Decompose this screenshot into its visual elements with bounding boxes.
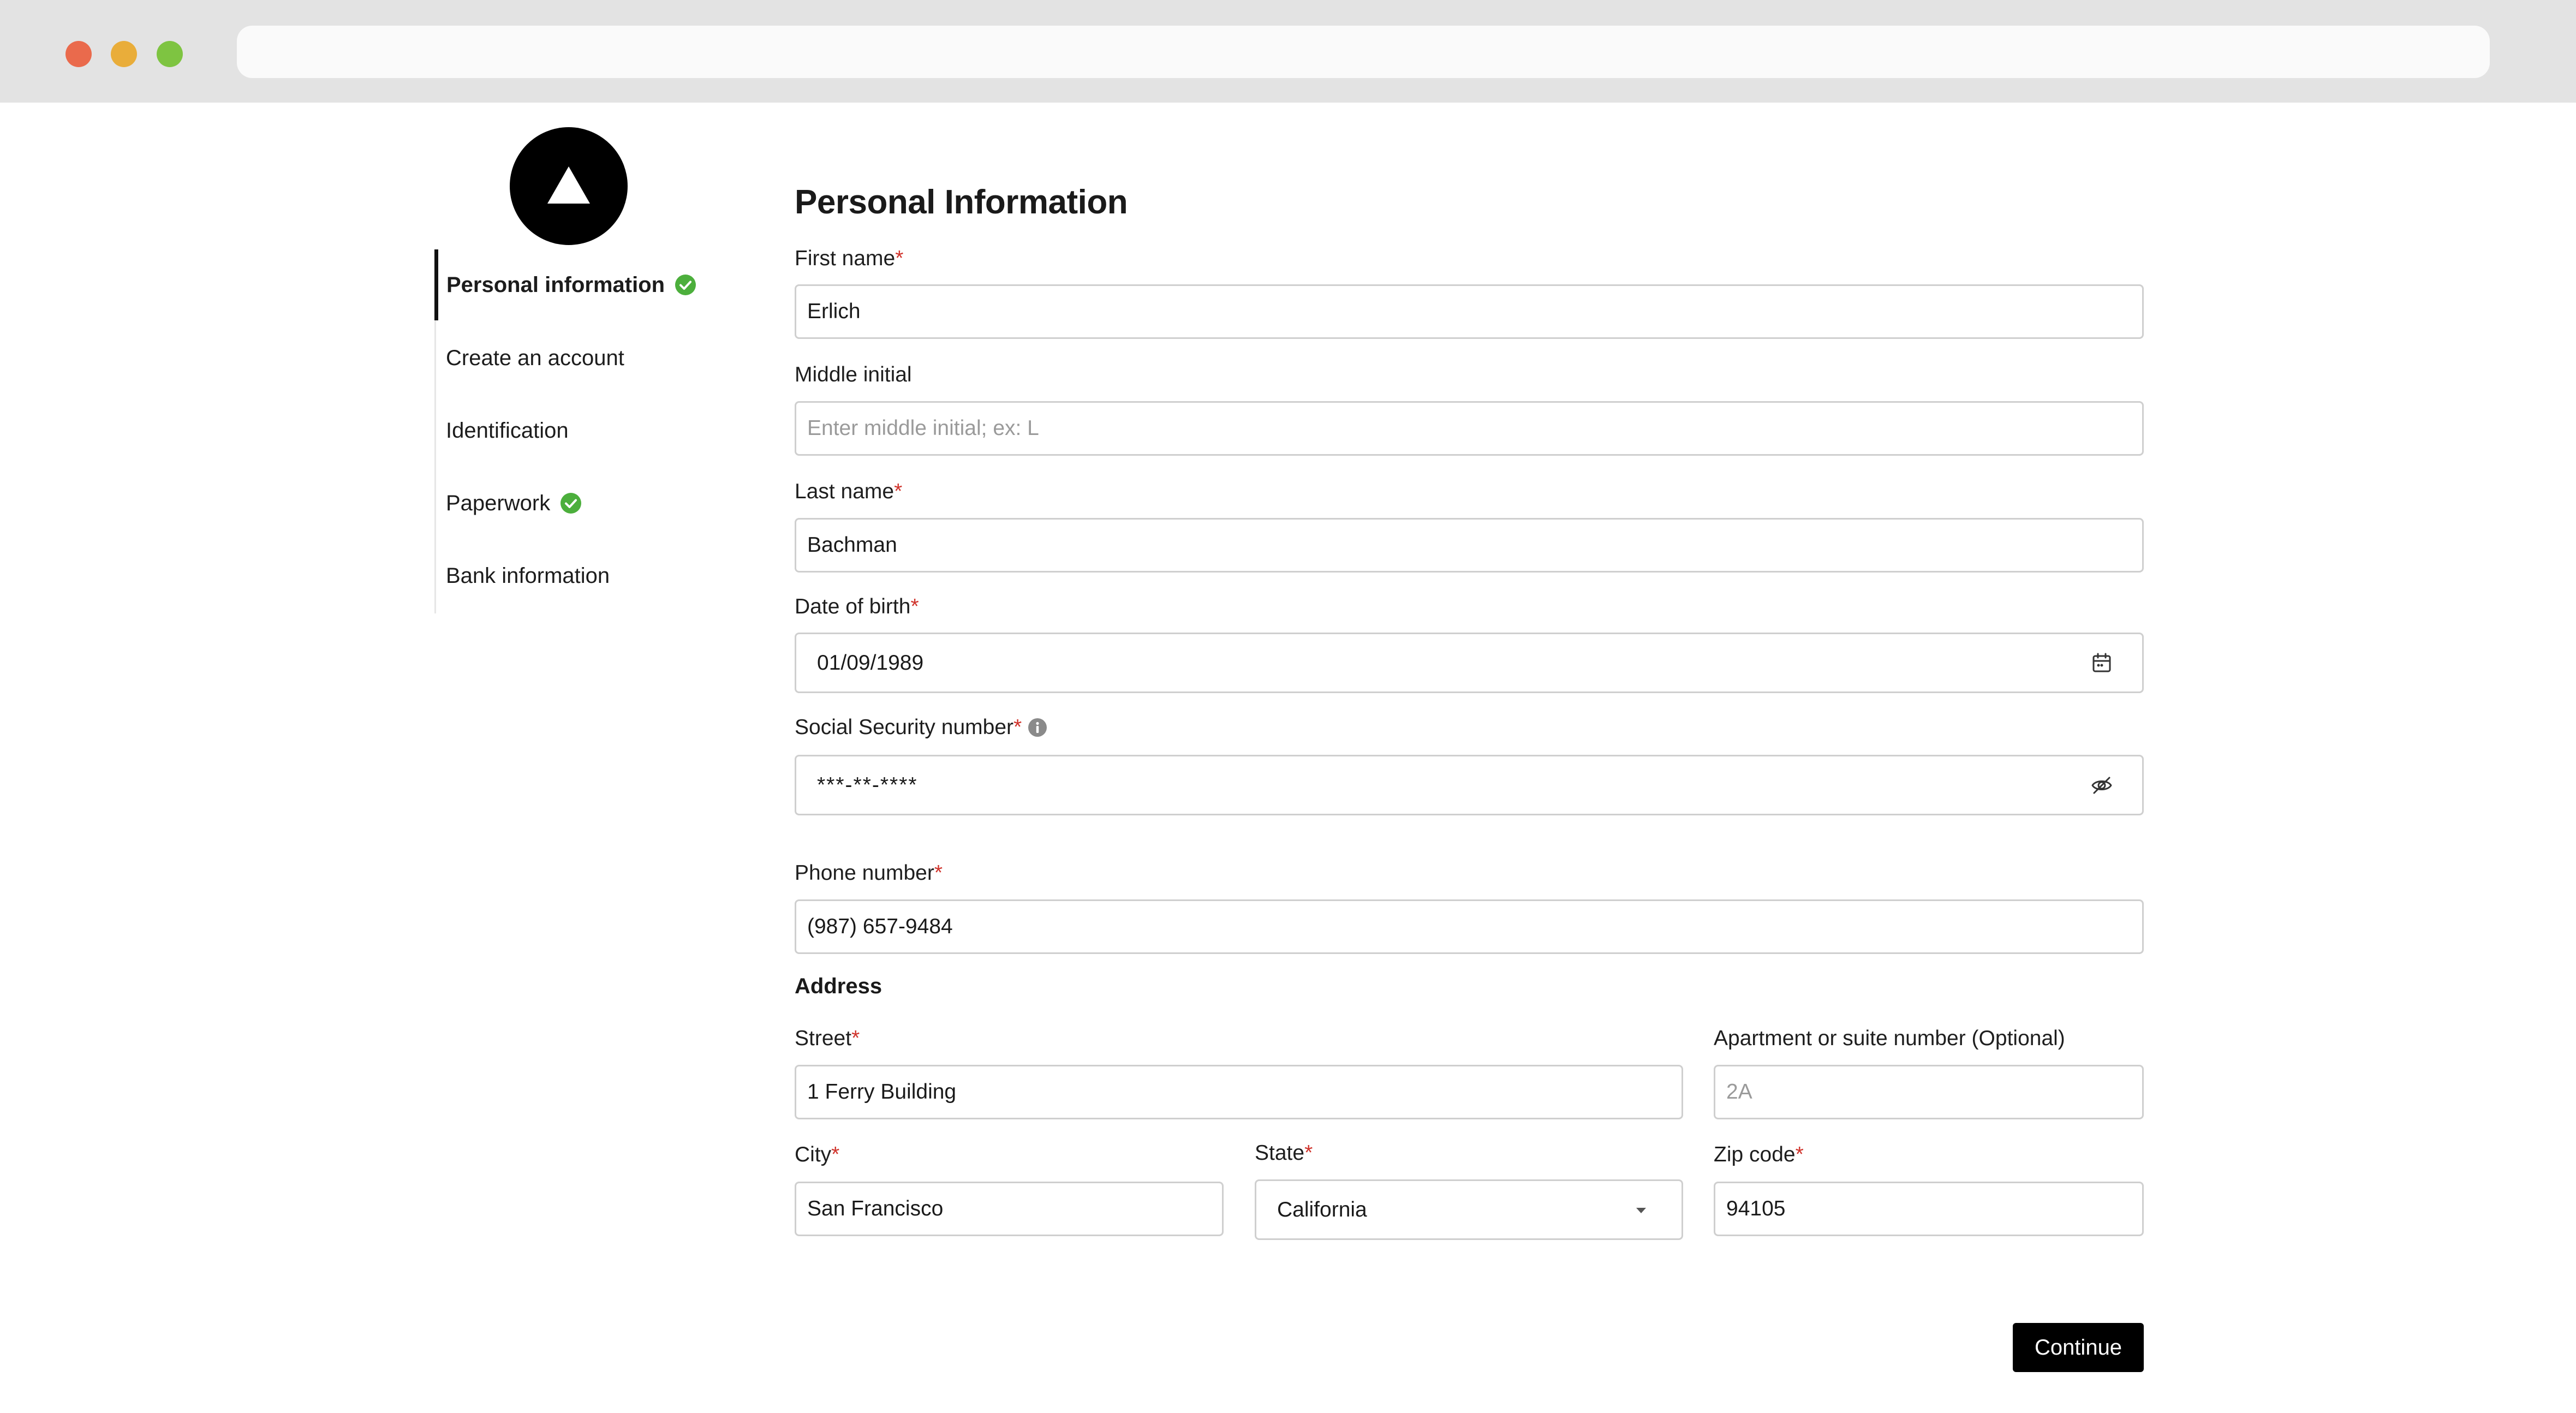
calendar-icon[interactable] [2090,651,2114,675]
city-label-text: City [795,1143,832,1166]
window-maximize-button[interactable] [157,41,183,67]
step-paperwork[interactable]: Paperwork [436,468,709,539]
required-mark: * [934,861,943,885]
zip-value: 94105 [1726,1197,1786,1220]
info-icon[interactable] [1027,717,1048,738]
apartment-field[interactable]: 2A [1714,1065,2144,1119]
browser-chrome [0,0,2576,103]
street-field[interactable]: 1 Ferry Building [795,1065,1683,1119]
last-name-value: Bachman [807,533,897,557]
phone-label: Phone number * [795,861,943,885]
first-name-value: Erlich [807,300,861,323]
zip-label: Zip code * [1714,1143,1804,1167]
middle-initial-label: Middle initial [795,363,912,387]
state-value: California [1277,1197,1367,1221]
required-mark: * [851,1027,860,1050]
middle-initial-placeholder: Enter middle initial; ex: L [807,416,1039,440]
city-value: San Francisco [807,1197,944,1220]
ssn-field[interactable]: ***-**-**** [795,755,2144,815]
window-close-button[interactable] [65,41,92,67]
phone-value: (987) 657-9484 [807,915,953,938]
check-circle-icon [675,274,696,296]
required-mark: * [910,595,919,618]
state-label: State * [1255,1141,1313,1165]
check-circle-icon [560,492,582,514]
step-personal-information[interactable]: Personal information [434,249,711,320]
middle-initial-field[interactable]: Enter middle initial; ex: L [795,401,2144,456]
step-create-an-account[interactable]: Create an account [436,323,709,394]
required-mark: * [1013,716,1022,739]
state-select[interactable]: California [1255,1179,1683,1240]
dob-label-text: Date of birth [795,595,911,618]
required-mark: * [831,1143,840,1166]
first-name-field[interactable]: Erlich [795,284,2144,339]
city-label: City * [795,1143,839,1167]
dob-label: Date of birth * [795,595,919,619]
state-label-text: State [1255,1141,1305,1165]
required-mark: * [895,247,904,270]
middle-initial-label-text: Middle initial [795,363,912,386]
street-label: Street * [795,1027,860,1051]
apartment-label-text: Apartment or suite number (Optional) [1714,1027,2065,1050]
last-name-field[interactable]: Bachman [795,518,2144,573]
required-mark: * [1795,1143,1804,1166]
ssn-label: Social Security number * [795,716,1048,740]
zip-label-text: Zip code [1714,1143,1796,1166]
required-mark: * [1304,1141,1313,1165]
ssn-label-text: Social Security number [795,716,1014,739]
apartment-placeholder: 2A [1726,1080,1752,1104]
eye-off-icon[interactable] [2090,773,2114,797]
step-bank-information[interactable]: Bank information [436,540,709,611]
required-mark: * [894,480,903,503]
city-field[interactable]: San Francisco [795,1182,1224,1236]
page-title: Personal Information [795,183,1128,221]
address-bar[interactable] [237,26,2490,78]
last-name-label: Last name * [795,480,902,504]
zip-field[interactable]: 94105 [1714,1182,2144,1236]
apartment-label: Apartment or suite number (Optional) [1714,1027,2065,1051]
step-label: Create an account [446,345,624,370]
dob-value: 01/09/1989 [817,651,924,675]
street-label-text: Street [795,1027,852,1050]
dob-field[interactable]: 01/09/1989 [795,633,2144,693]
first-name-label-text: First name [795,247,896,270]
step-label: Bank information [446,563,610,588]
phone-label-text: Phone number [795,861,934,885]
phone-field[interactable]: (987) 657-9484 [795,899,2144,954]
caret-down-icon [1629,1198,1653,1222]
step-label: Identification [446,418,569,443]
ssn-value: ***-**-**** [817,773,918,797]
street-value: 1 Ferry Building [807,1080,957,1104]
step-label: Paperwork [446,491,551,515]
step-identification[interactable]: Identification [436,395,709,466]
last-name-label-text: Last name [795,480,895,503]
continue-button[interactable]: Continue [2013,1323,2144,1372]
address-section-title: Address [795,974,882,998]
window-minimize-button[interactable] [111,41,137,67]
step-label: Personal information [446,272,665,297]
first-name-label: First name * [795,247,903,271]
triangle-logo-icon [510,127,628,245]
